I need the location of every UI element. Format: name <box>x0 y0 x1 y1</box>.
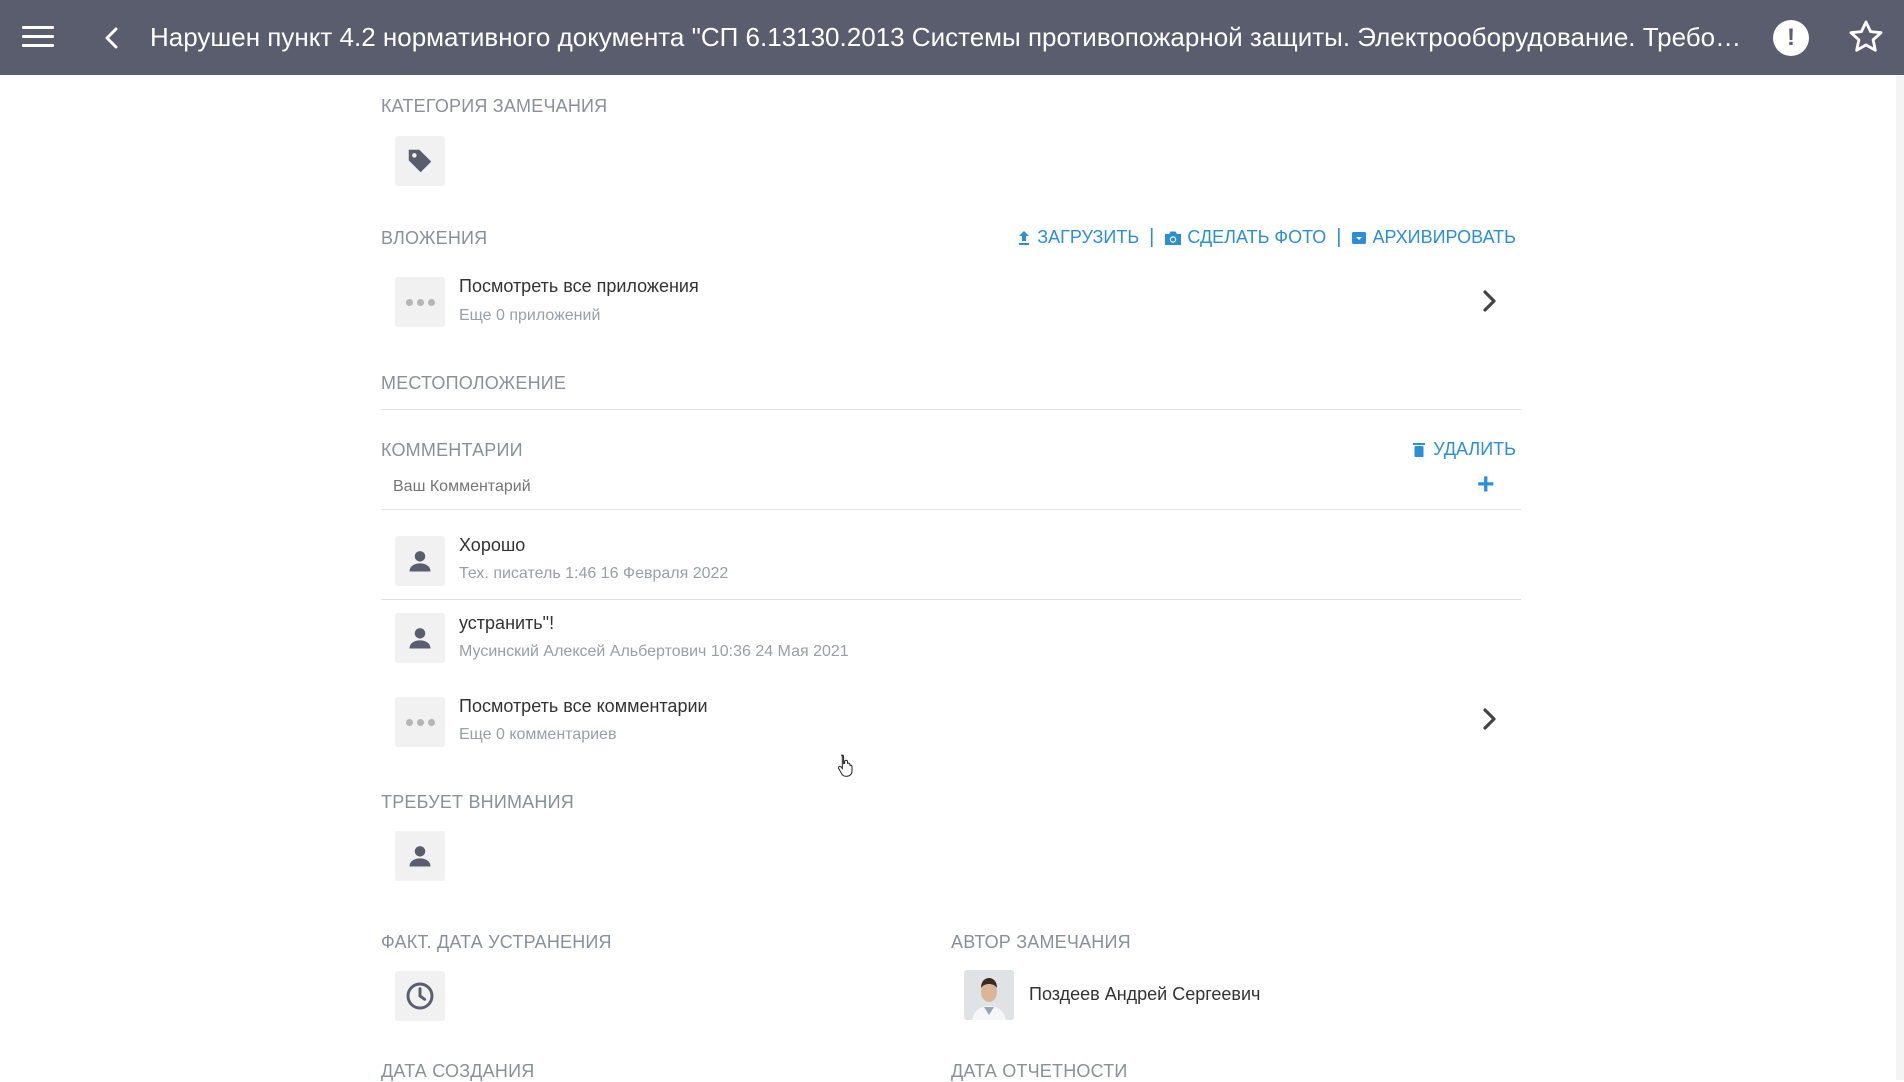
attachments-count: Еще 0 приложений <box>459 307 601 324</box>
upload-button[interactable]: ЗАГРУЗИТЬ <box>1017 227 1139 248</box>
comment-text: Хорошо <box>459 535 526 555</box>
category-label: КАТЕГОРИЯ ЗАМЕЧАНИЯ <box>381 96 608 116</box>
comment-meta: Тех. писатель 1:46 16 Февраля 2022 <box>459 565 729 582</box>
report-date-label: ДАТА ОТЧЕТНОСТИ <box>951 1061 1128 1081</box>
comments-open-button[interactable] <box>1477 705 1501 733</box>
cursor-hand-icon <box>837 754 853 777</box>
comments-actions: УДАЛИТЬ <box>1413 439 1516 460</box>
hamburger-menu-button[interactable] <box>22 26 54 50</box>
actions-separator: | <box>1336 226 1342 248</box>
take-photo-label: СДЕЛАТЬ ФОТО <box>1187 227 1327 247</box>
exclamation-icon: ! <box>1787 24 1795 51</box>
star-outline-icon <box>1849 20 1883 52</box>
more-dots-icon <box>405 298 435 306</box>
back-button[interactable] <box>100 24 124 52</box>
upload-icon <box>1019 230 1030 245</box>
actions-separator: | <box>1149 226 1155 248</box>
view-all-attachments-link[interactable]: Посмотреть все приложения <box>459 276 699 297</box>
scrollbar[interactable] <box>1896 75 1904 1080</box>
attachments-more-icon-box <box>395 277 445 327</box>
hamburger-icon <box>22 26 54 29</box>
chevron-left-icon <box>105 27 118 49</box>
more-dots-icon <box>405 718 435 726</box>
comments-label: КОММЕНТАРИИ <box>381 440 523 460</box>
trash-icon <box>1413 443 1426 457</box>
delete-button[interactable]: УДАЛИТЬ <box>1413 439 1516 460</box>
comment-avatar <box>395 613 445 663</box>
comment-meta: Мусинский Алексей Альбертович 10:36 24 М… <box>459 643 849 660</box>
attachments-actions: ЗАГРУЗИТЬ | СДЕЛАТЬ ФОТО | АРХИВИРОВАТЬ <box>1017 226 1516 249</box>
app-bar: Нарушен пункт 4.2 нормативного документа… <box>0 0 1904 75</box>
alert-button[interactable]: ! <box>1773 20 1809 56</box>
favorite-button[interactable] <box>1847 18 1885 56</box>
archive-button[interactable]: АРХИВИРОВАТЬ <box>1351 227 1516 248</box>
archive-icon <box>1352 231 1367 244</box>
fix-date-label: ФАКТ. ДАТА УСТРАНЕНИЯ <box>381 932 612 952</box>
person-icon <box>409 551 431 572</box>
author-photo <box>964 970 1014 1020</box>
comment-text: устранить"! <box>459 613 555 633</box>
comments-count: Еще 0 комментариев <box>459 726 617 743</box>
page-title: Нарушен пункт 4.2 нормативного документа… <box>150 22 1742 52</box>
person-icon <box>409 846 431 867</box>
hamburger-icon <box>22 35 54 38</box>
tag-icon <box>408 149 432 173</box>
add-comment-button[interactable]: + <box>1477 470 1495 500</box>
category-select[interactable] <box>395 136 445 186</box>
created-date-label: ДАТА СОЗДАНИЯ <box>381 1061 535 1081</box>
chevron-right-icon <box>1483 290 1496 312</box>
clock-icon <box>406 982 434 1010</box>
divider <box>381 599 1521 600</box>
delete-label: УДАЛИТЬ <box>1433 439 1516 459</box>
attachments-label: ВЛОЖЕНИЯ <box>381 228 488 248</box>
hamburger-icon <box>22 44 54 47</box>
chevron-right-icon <box>1483 708 1496 730</box>
comment-input[interactable] <box>393 478 1453 496</box>
author-label: АВТОР ЗАМЕЧАНИЯ <box>951 932 1131 952</box>
hand-cursor-icon <box>836 753 856 782</box>
author-name: Поздеев Андрей Сергеевич <box>1029 984 1261 1004</box>
divider <box>381 509 1521 510</box>
location-label: МЕСТОПОЛОЖЕНИЕ <box>381 373 567 393</box>
camera-icon <box>1165 231 1182 245</box>
upload-label: ЗАГРУЗИТЬ <box>1037 227 1140 247</box>
fix-date-picker[interactable] <box>395 971 445 1021</box>
view-all-comments-link[interactable]: Посмотреть все комментарии <box>459 696 708 717</box>
attachments-open-button[interactable] <box>1477 287 1501 315</box>
attention-label: ТРЕБУЕТ ВНИМАНИЯ <box>381 792 574 812</box>
archive-label: АРХИВИРОВАТЬ <box>1372 227 1516 247</box>
comments-more-icon-box <box>395 697 445 747</box>
comment-avatar <box>395 536 445 586</box>
divider <box>381 409 1521 410</box>
take-photo-button[interactable]: СДЕЛАТЬ ФОТО <box>1164 227 1326 248</box>
person-icon <box>409 628 431 649</box>
author-avatar <box>964 970 1014 1020</box>
attention-user-select[interactable] <box>395 831 445 881</box>
